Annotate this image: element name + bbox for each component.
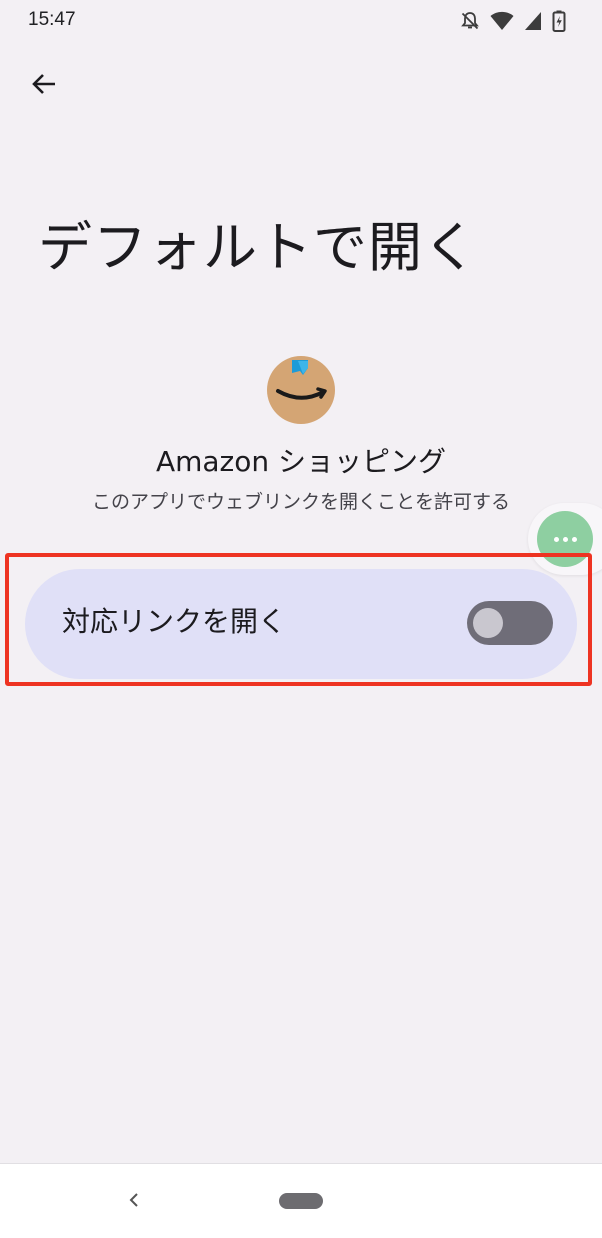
navigation-bar <box>0 1163 602 1238</box>
highlight-frame <box>5 553 592 686</box>
status-bar: 15:47 <box>0 0 602 44</box>
arrow-back-icon <box>30 70 58 102</box>
mute-icon <box>460 11 480 31</box>
signal-icon <box>524 11 542 31</box>
wifi-icon <box>490 11 514 31</box>
more-dots-icon <box>553 536 577 542</box>
battery-charging-icon <box>552 10 566 32</box>
home-pill-icon[interactable] <box>279 1193 323 1209</box>
status-icons <box>460 10 566 32</box>
amazon-shopping-icon <box>267 356 335 424</box>
app-name: Amazon ショッピング <box>155 445 447 478</box>
status-time: 15:47 <box>28 9 76 30</box>
nav-back-icon[interactable] <box>120 1186 148 1214</box>
back-button[interactable] <box>22 64 66 108</box>
app-subtitle: このアプリでウェブリンクを開くことを許可する <box>91 491 510 513</box>
page-title: デフォルトで開く <box>38 216 478 279</box>
